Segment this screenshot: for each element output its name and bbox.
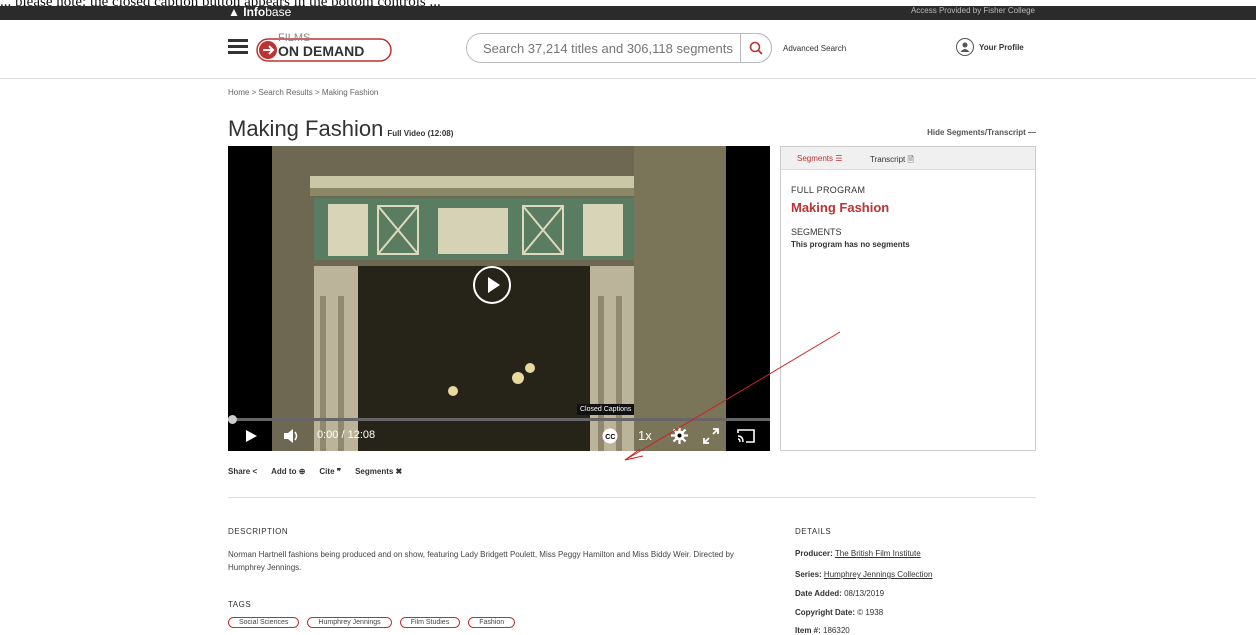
settings-gear-icon[interactable] bbox=[671, 427, 688, 444]
cast-icon[interactable] bbox=[737, 429, 755, 443]
search-input[interactable] bbox=[481, 40, 755, 57]
tab-transcript-label: Transcript bbox=[870, 155, 906, 164]
infobase-logo[interactable]: ▲ Infobase bbox=[228, 5, 291, 19]
quote-icon: ❞ bbox=[336, 467, 342, 476]
profile-menu[interactable]: Your Profile bbox=[956, 38, 1024, 56]
copyright-label: Copyright Date: bbox=[795, 608, 855, 617]
breadcrumb-current: Making Fashion bbox=[321, 88, 379, 97]
tag-humphrey-jennings[interactable]: Humphrey Jennings bbox=[307, 617, 392, 628]
full-program-label: FULL PROGRAM bbox=[791, 185, 866, 195]
tag-social-sciences[interactable]: Social Sciences bbox=[228, 617, 300, 628]
plus-circle-icon: ⊕ bbox=[298, 467, 306, 476]
current-time: 0:00 bbox=[317, 429, 339, 441]
search-box bbox=[466, 33, 772, 63]
video-duration-label: Full Video (12:08) bbox=[387, 129, 454, 138]
tags-heading: TAGS bbox=[228, 600, 252, 609]
details-heading: DETAILS bbox=[795, 527, 832, 536]
description-text: Norman Hartnell fashions being produced … bbox=[228, 550, 734, 572]
date-added-value: 08/13/2019 bbox=[844, 589, 885, 598]
tag-fashion[interactable]: Fashion bbox=[468, 617, 516, 628]
copyright-value: © 1938 bbox=[857, 608, 884, 617]
series-link[interactable]: Humphrey Jennings Collection bbox=[824, 570, 933, 579]
add-to-button[interactable]: Add to ⊕ bbox=[271, 467, 305, 476]
date-added-label: Date Added: bbox=[795, 589, 842, 598]
access-provided-text: Access Provided by Fisher College bbox=[910, 6, 1035, 15]
closed-captions-icon[interactable]: CC bbox=[602, 428, 618, 444]
total-time: 12:08 bbox=[347, 429, 376, 441]
search-icon bbox=[749, 41, 763, 55]
films-on-demand-logo[interactable]: FILMS ON DEMAND bbox=[256, 31, 392, 63]
description-heading: DESCRIPTION bbox=[228, 527, 289, 536]
volume-icon[interactable] bbox=[283, 428, 301, 444]
producer-label: Producer: bbox=[795, 549, 833, 558]
detail-date-added: Date Added: 08/13/2019 bbox=[795, 589, 884, 598]
breadcrumb-separator: > bbox=[314, 88, 320, 97]
breadcrumb-separator: > bbox=[251, 88, 257, 97]
segments-label: SEGMENTS bbox=[791, 227, 842, 237]
list-icon: ☰ bbox=[835, 154, 843, 163]
play-icon bbox=[488, 277, 500, 293]
scissors-icon: ✖ bbox=[395, 467, 403, 476]
tag-list: Social Sciences Humphrey Jennings Film S… bbox=[228, 617, 516, 628]
breadcrumb-home[interactable]: Home bbox=[228, 88, 249, 97]
logo-line2: ON DEMAND bbox=[278, 43, 364, 59]
closed-captions-tooltip: Closed Captions bbox=[577, 404, 635, 415]
progress-handle[interactable] bbox=[228, 415, 237, 424]
time-display: 0:00 / 12:08 bbox=[317, 429, 376, 441]
search-button[interactable] bbox=[740, 33, 772, 63]
user-avatar-icon bbox=[956, 38, 974, 56]
infobase-mark-icon: ▲ bbox=[228, 5, 240, 19]
menu-icon[interactable] bbox=[228, 39, 248, 55]
share-icon: < bbox=[252, 467, 258, 476]
detail-copyright: Copyright Date: © 1938 bbox=[795, 608, 883, 617]
segments-action-label: Segments bbox=[355, 467, 394, 476]
tag-film-studies[interactable]: Film Studies bbox=[399, 617, 461, 628]
share-label: Share bbox=[228, 467, 251, 476]
segments-panel: Segments ☰ Transcript 🗎 FULL PROGRAM Mak… bbox=[780, 146, 1036, 451]
infobase-brand-light: base bbox=[265, 5, 292, 19]
document-icon: 🗎 bbox=[907, 155, 914, 164]
hide-segments-toggle[interactable]: Hide Segments/Transcript — bbox=[927, 128, 1036, 137]
video-player[interactable]: Closed Captions 0:00 / 12:08 CC 1x bbox=[228, 146, 770, 451]
tab-transcript[interactable]: Transcript 🗎 bbox=[870, 154, 914, 168]
cite-button[interactable]: Cite ❞ bbox=[319, 467, 341, 476]
video-title: Making Fashion bbox=[228, 116, 384, 141]
fullscreen-icon[interactable] bbox=[703, 428, 719, 444]
segments-button[interactable]: Segments ✖ bbox=[355, 467, 402, 476]
cite-label: Cite bbox=[319, 467, 335, 476]
profile-label: Your Profile bbox=[979, 42, 1024, 52]
divider bbox=[228, 497, 1036, 498]
detail-producer: Producer: The British Film Institute bbox=[795, 549, 921, 558]
full-program-title[interactable]: Making Fashion bbox=[791, 200, 889, 215]
video-actions: Share < Add to ⊕ Cite ❞ Segments ✖ bbox=[228, 467, 402, 476]
share-button[interactable]: Share < bbox=[228, 467, 257, 476]
tab-segments[interactable]: Segments ☰ bbox=[797, 154, 842, 163]
breadcrumb: Home > Search Results > Making Fashion bbox=[228, 88, 378, 97]
no-segments-message: This program has no segments bbox=[791, 240, 910, 249]
playback-speed-button[interactable]: 1x bbox=[638, 428, 652, 443]
breadcrumb-search-results[interactable]: Search Results bbox=[258, 88, 312, 97]
video-progress-bar[interactable] bbox=[228, 415, 770, 424]
segments-tabs: Segments ☰ Transcript 🗎 bbox=[781, 147, 1035, 170]
play-overlay-button[interactable] bbox=[473, 266, 511, 304]
producer-link[interactable]: The British Film Institute bbox=[835, 549, 921, 558]
page-title: Making Fashion Full Video (12:08) bbox=[228, 116, 453, 142]
tab-segments-label: Segments bbox=[797, 154, 834, 163]
detail-series: Series: Humphrey Jennings Collection bbox=[795, 570, 932, 579]
cropped-caption-text: ... please note: the closed caption butt… bbox=[0, 0, 1256, 6]
infobase-brand-bold: Info bbox=[243, 5, 266, 19]
advanced-search-link[interactable]: Advanced Search bbox=[783, 44, 846, 53]
play-button[interactable] bbox=[244, 429, 258, 443]
add-to-label: Add to bbox=[271, 467, 297, 476]
series-label: Series: bbox=[795, 570, 822, 579]
svg-text:CC: CC bbox=[605, 434, 615, 441]
